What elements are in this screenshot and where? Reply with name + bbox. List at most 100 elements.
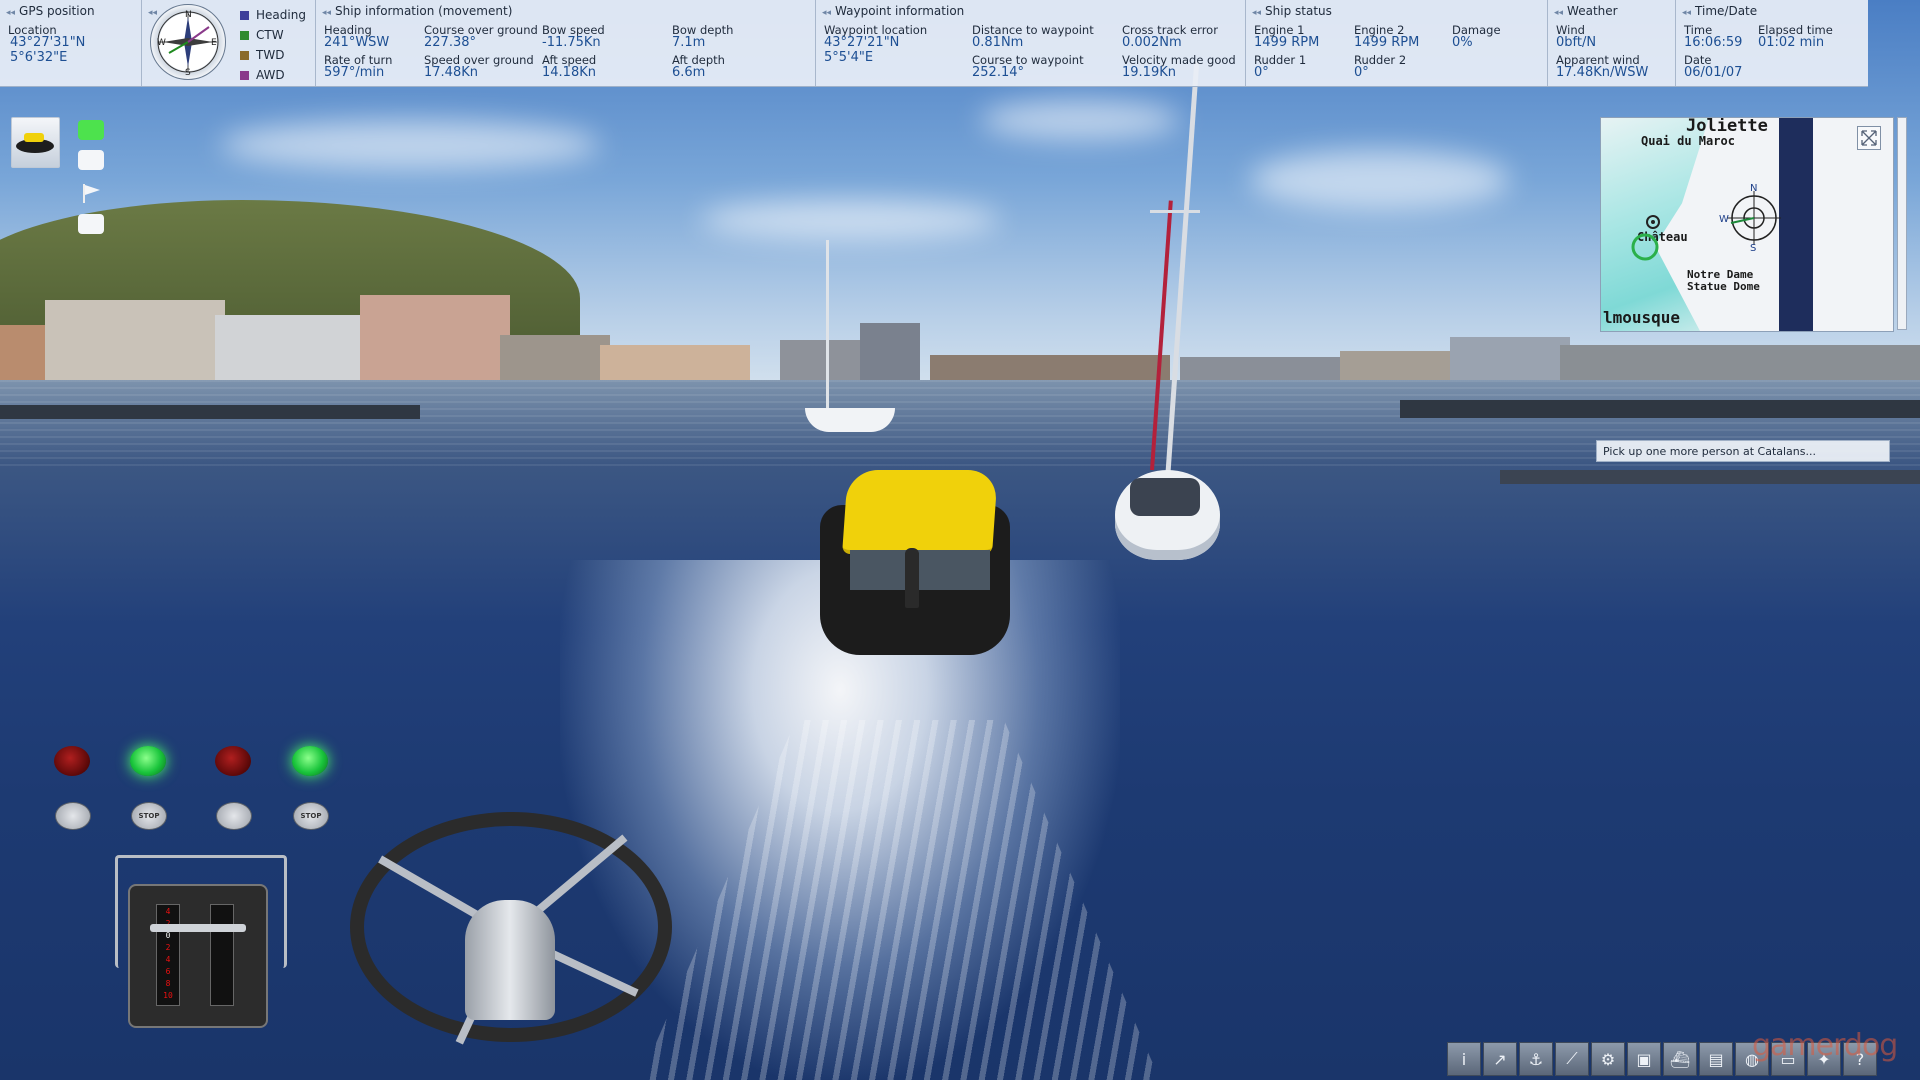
compass-letter-n: N: [185, 10, 192, 20]
pier-left: [0, 405, 420, 419]
weather-panel[interactable]: ◂◂ Weather Wind 0bft/N Apparent wind 17.4…: [1548, 0, 1676, 86]
flag-icon[interactable]: [78, 182, 104, 203]
cloud: [1250, 150, 1510, 210]
cog-value: 227.38°: [424, 35, 476, 50]
chart-icon[interactable]: ⚓: [1519, 1042, 1553, 1076]
green-toggle-button[interactable]: [78, 120, 104, 140]
yacht-mast: [826, 240, 829, 410]
legend-label: AWD: [256, 68, 285, 82]
movement-title: Ship information (movement): [335, 4, 513, 18]
collapse-arrow-icon[interactable]: ◂◂: [1554, 8, 1563, 18]
elapsed-value: 01:02 min: [1758, 35, 1825, 50]
info-icon[interactable]: i: [1447, 1042, 1481, 1076]
collapse-arrow-icon[interactable]: ◂◂: [1252, 8, 1261, 18]
waypoint-title: Waypoint information: [835, 4, 965, 18]
weather-title: Weather: [1567, 4, 1618, 18]
engine2-stop-button[interactable]: STOP: [293, 802, 329, 830]
minimap-compass-w: W: [1719, 214, 1729, 225]
scale-mark: 10: [163, 991, 173, 1000]
time-value: 16:06:59: [1684, 35, 1743, 50]
scale-mark: 4: [165, 955, 171, 964]
pier-right: [1400, 400, 1920, 418]
map-label-quai: Quai du Maroc: [1641, 134, 1735, 148]
bow-depth-value: 7.1m: [672, 35, 706, 50]
legend-ctw[interactable]: CTW: [240, 28, 284, 42]
scale-mark: 2: [165, 943, 171, 952]
info-bar: ◂◂ GPS position Location 43°27'31"N 5°6'3…: [0, 0, 1868, 87]
engine2-start-key[interactable]: [216, 802, 252, 830]
engine2-run-lamp: [292, 746, 328, 776]
maximize-map-icon[interactable]: [1857, 126, 1881, 150]
player-boat-window: [850, 550, 990, 590]
sog-value: 17.48Kn: [424, 65, 478, 80]
gps-title: GPS position: [19, 4, 95, 18]
vmg-value: 19.19Kn: [1122, 65, 1176, 80]
cloud: [220, 120, 600, 170]
waypoint-marker-icon: [1631, 215, 1660, 261]
legend-twd[interactable]: TWD: [240, 48, 284, 62]
scale-mark: 4: [165, 907, 171, 916]
panel-icon[interactable]: ▤: [1699, 1042, 1733, 1076]
crane-icon[interactable]: ⚙: [1591, 1042, 1625, 1076]
legend-heading[interactable]: Heading: [240, 8, 306, 22]
camera-icon[interactable]: [78, 214, 104, 234]
time-title: Time/Date: [1695, 4, 1758, 18]
damage-value: 0%: [1452, 35, 1473, 50]
time-panel[interactable]: ◂◂ Time/Date Time 16:06:59 Date 06/01/07 …: [1676, 0, 1868, 86]
collapse-arrow-icon[interactable]: ◂◂: [6, 8, 15, 18]
engine1-run-lamp: [130, 746, 166, 776]
player-boat-roof: [842, 470, 998, 554]
heading-value: 241°WSW: [324, 35, 390, 50]
boat-captain: [905, 548, 919, 608]
route-icon[interactable]: ↗: [1483, 1042, 1517, 1076]
throttle-gauge-left: 4 2 0 2 4 6 8 10: [156, 904, 180, 1006]
engine1-start-key[interactable]: [55, 802, 91, 830]
waypoint-panel[interactable]: ◂◂ Waypoint information Waypoint location…: [816, 0, 1246, 86]
legend-swatch: [240, 31, 249, 40]
scale-mark: 0: [165, 931, 171, 940]
screen-icon[interactable]: ▣: [1627, 1042, 1661, 1076]
pier-right-lower: [1500, 470, 1920, 484]
watermark: gamerdog: [1752, 1028, 1898, 1063]
bow-speed-value: -11.75Kn: [542, 35, 601, 50]
scale-mark: 6: [165, 967, 171, 976]
collapse-arrow-icon[interactable]: ◂◂: [1682, 8, 1691, 18]
cross-track-error-value: 0.002Nm: [1122, 35, 1182, 50]
boat-camera-thumbnail[interactable]: [11, 117, 60, 168]
minimap-zoom-scrollbar[interactable]: [1897, 117, 1907, 330]
minimap-compass-n: N: [1750, 183, 1757, 194]
engine1-stop-lamp: [54, 746, 90, 776]
rope-icon[interactable]: ⟋: [1555, 1042, 1589, 1076]
collapse-arrow-icon[interactable]: ◂◂: [822, 8, 831, 18]
rudder1-value: 0°: [1254, 65, 1269, 80]
camera-toggle-button[interactable]: [78, 150, 104, 170]
date-value: 06/01/07: [1684, 65, 1743, 80]
compass-letter-e: E: [211, 38, 217, 48]
collapse-arrow-icon[interactable]: ◂◂: [322, 8, 331, 18]
engine1-value: 1499 RPM: [1254, 35, 1320, 50]
apparent-wind-value: 17.48Kn/WSW: [1556, 65, 1649, 80]
cloud: [980, 100, 1180, 140]
minimap[interactable]: Joliette Quai du Maroc Château Notre Dam…: [1600, 117, 1894, 332]
throttle-gauge-right: [210, 904, 234, 1006]
sailboat-spar: [1150, 210, 1200, 213]
ship-status-panel[interactable]: ◂◂ Ship status Engine 1 1499 RPM Rudder 1…: [1246, 0, 1548, 86]
throttle-lever[interactable]: 4 2 0 2 4 6 8 10: [128, 884, 268, 1028]
legend-label: TWD: [256, 48, 285, 62]
engine1-stop-button[interactable]: STOP: [131, 802, 167, 830]
legend-label: Heading: [256, 8, 306, 22]
engine2-value: 1499 RPM: [1354, 35, 1420, 50]
legend-awd[interactable]: AWD: [240, 68, 285, 82]
movement-panel[interactable]: ◂◂ Ship information (movement) Heading 24…: [316, 0, 816, 86]
ship-icon[interactable]: ⛴: [1663, 1042, 1697, 1076]
gps-panel[interactable]: ◂◂ GPS position Location 43°27'31"N 5°6'3…: [0, 0, 142, 86]
compass-letter-w: W: [157, 38, 166, 48]
throttle-handle[interactable]: [150, 924, 246, 932]
course-to-waypoint-value: 252.14°: [972, 65, 1024, 80]
wind-value: 0bft/N: [1556, 35, 1597, 50]
mission-message: Pick up one more person at Catalans...: [1596, 440, 1890, 462]
cloud: [700, 200, 1000, 240]
gps-longitude: 5°6'32"E: [10, 50, 68, 65]
compass-panel[interactable]: ◂◂ N E S W Heading CTW TWD AWD: [142, 0, 316, 86]
boat-icon: [16, 133, 54, 153]
